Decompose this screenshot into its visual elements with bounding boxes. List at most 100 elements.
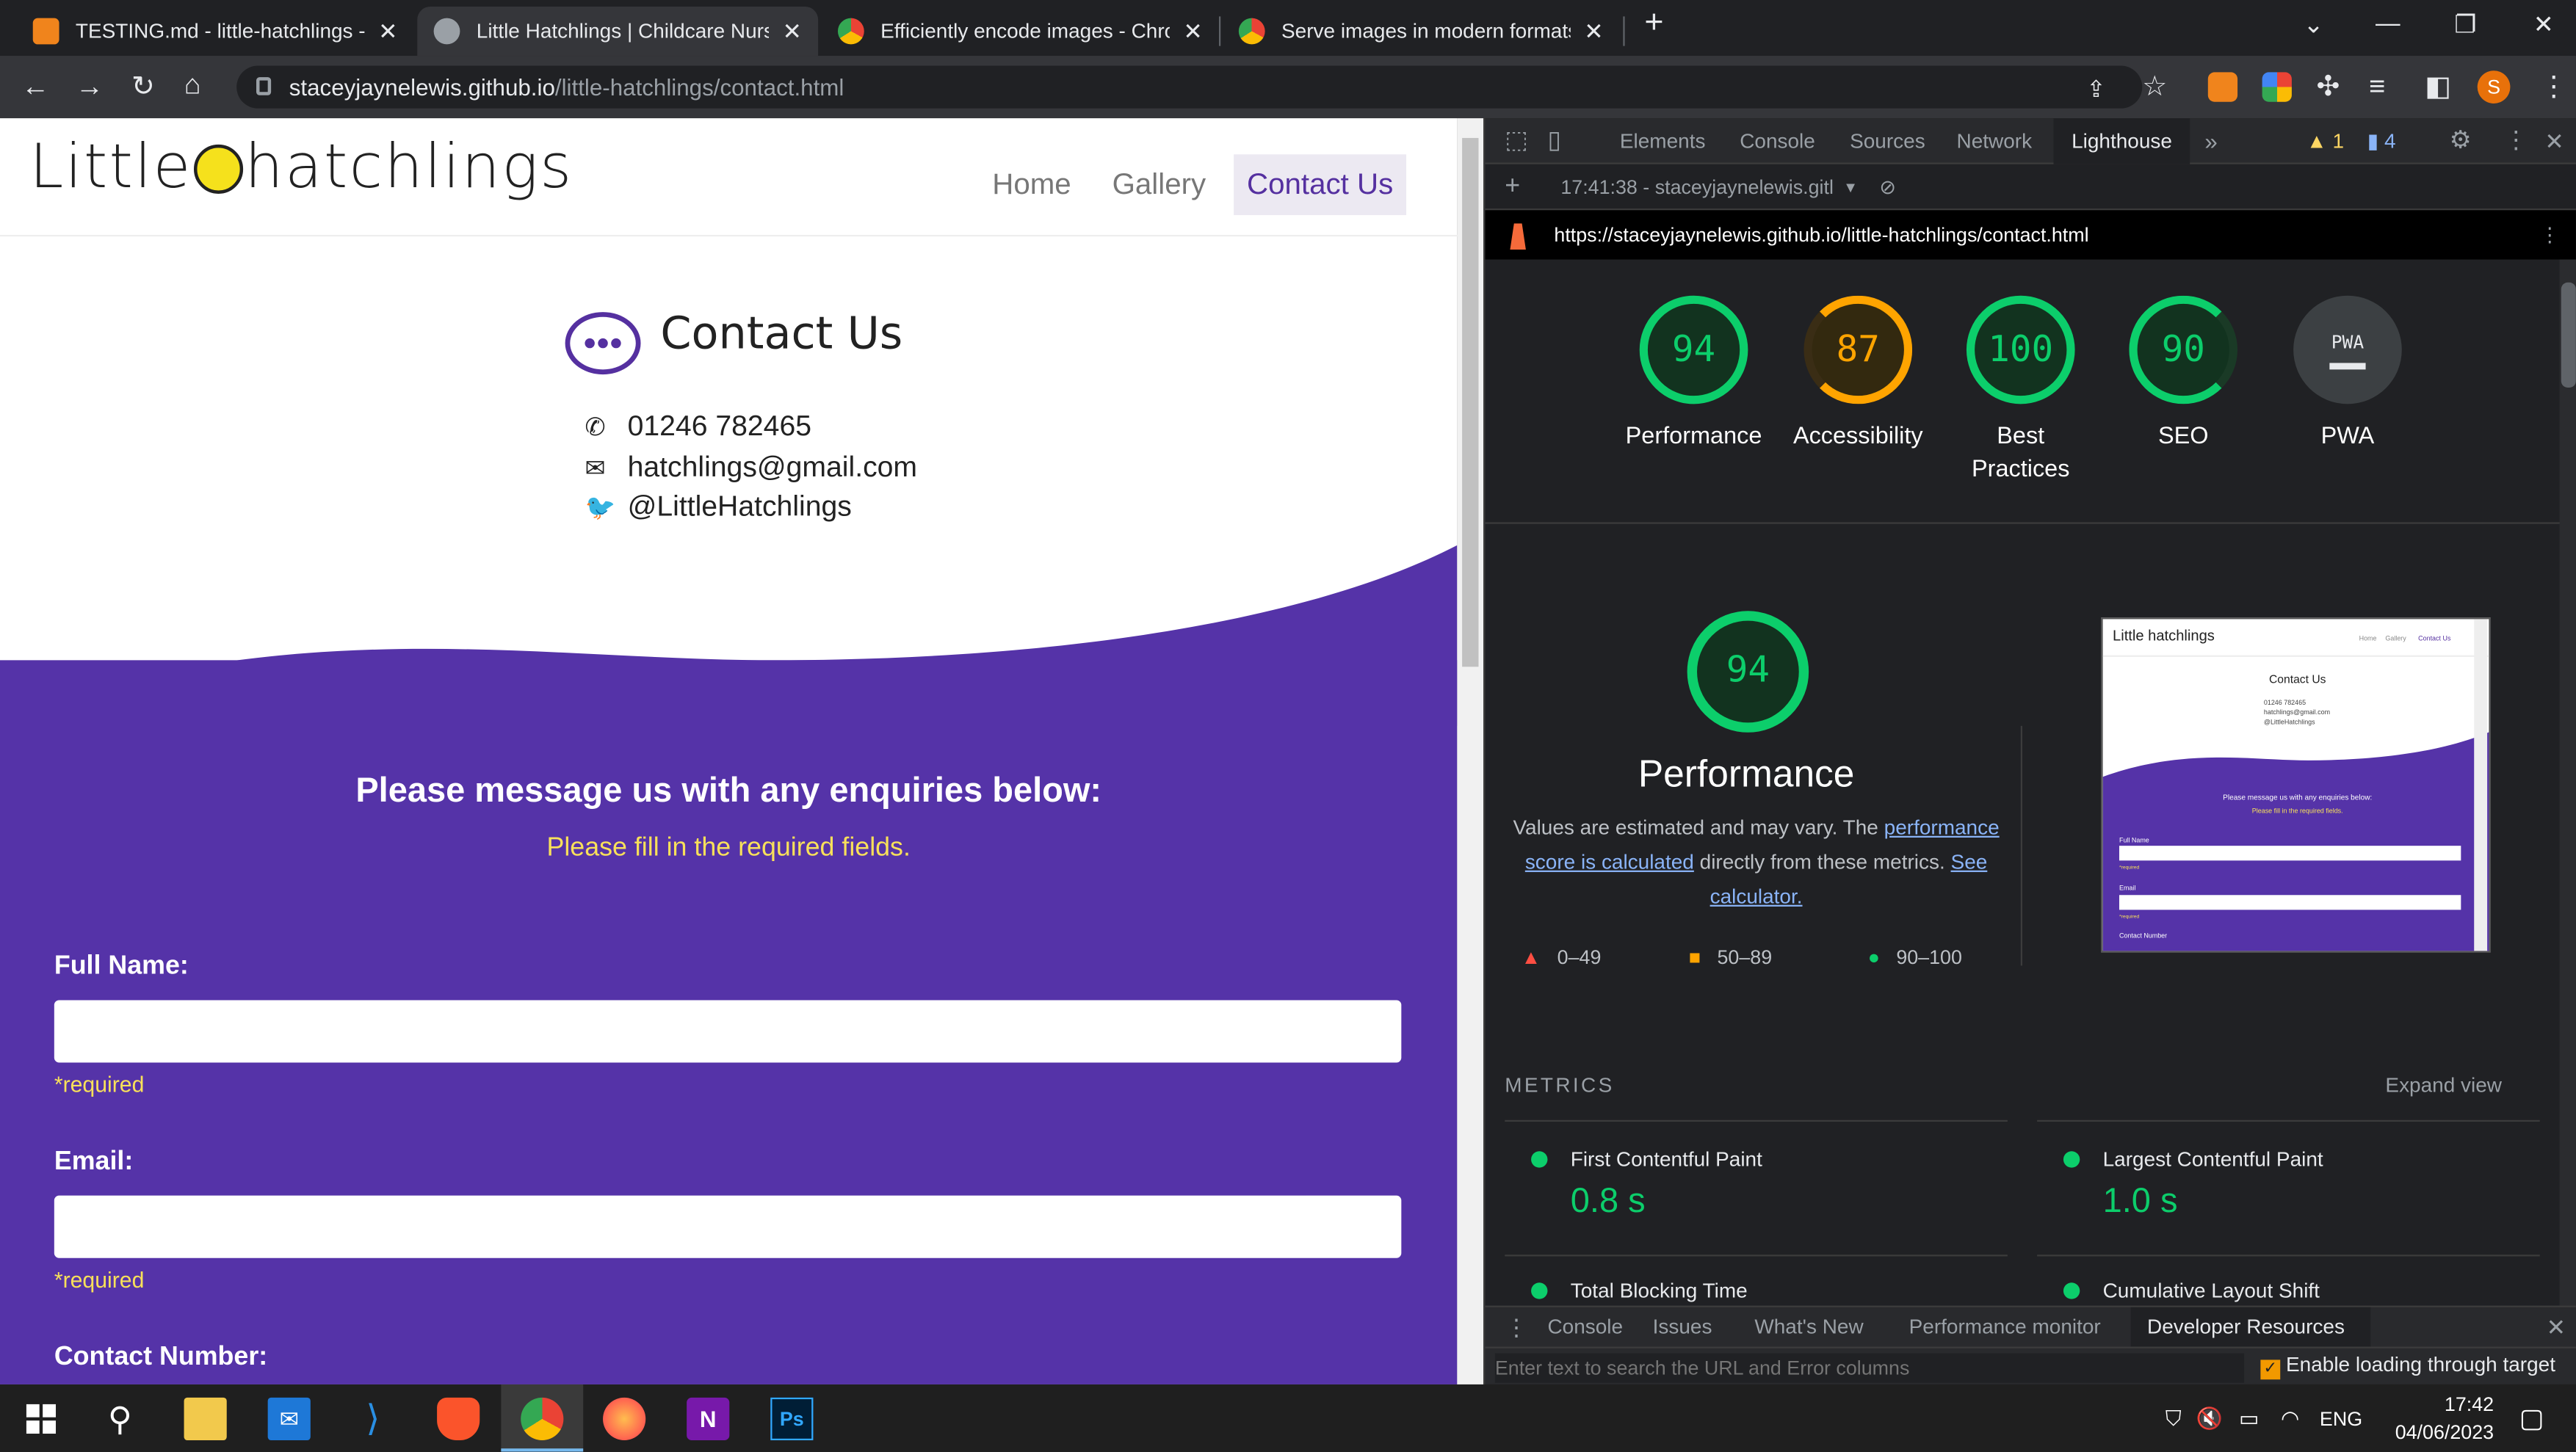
checkbox-checked-icon[interactable]: ✓ <box>2260 1360 2281 1380</box>
site-logo[interactable]: Little hatchlings <box>29 131 573 202</box>
tab-strip: TESTING.md - little-hatchlings - G ✕ Lit… <box>0 0 2576 57</box>
gauge-seo[interactable]: 90 SEO <box>2101 295 2265 454</box>
address-bar[interactable]: staceyjaynelewis.github.io/little-hatchl… <box>236 65 2143 109</box>
report-scrollbar-thumb[interactable] <box>2561 282 2576 388</box>
firefox-icon[interactable] <box>603 1397 646 1441</box>
drawer-tab-performance-monitor[interactable]: Performance monitor <box>1909 1307 2101 1347</box>
report-scrollbar[interactable] <box>2559 259 2576 1306</box>
extensions-puzzle-icon[interactable]: ✣ <box>2316 70 2340 104</box>
back-icon[interactable]: ← <box>21 70 49 104</box>
close-tab-icon[interactable]: ✕ <box>783 17 802 45</box>
close-tab-icon[interactable]: ✕ <box>378 17 397 45</box>
tab-modern-formats[interactable]: Serve images in modern formats ✕ <box>1222 7 1619 56</box>
reading-list-icon[interactable]: ≡ <box>2369 70 2385 104</box>
lock-icon[interactable] <box>256 77 272 95</box>
file-explorer-icon[interactable] <box>184 1397 227 1441</box>
red-triangle-icon: ▲ <box>1521 945 1541 969</box>
devtools-settings-icon[interactable]: ⚙ <box>2450 118 2472 164</box>
tab-lighthouse[interactable]: Lighthouse <box>2053 118 2190 164</box>
email-input[interactable] <box>54 1195 1402 1258</box>
bookmark-star-icon[interactable]: ☆ <box>2142 70 2167 104</box>
devtools-menu-icon[interactable]: ⋮ <box>2503 118 2528 164</box>
inspect-element-icon[interactable]: ⬚ <box>1505 118 1528 164</box>
forward-icon[interactable]: → <box>76 70 104 104</box>
vscode-icon[interactable]: ⟩ <box>352 1398 394 1440</box>
thumb-required-note: Please fill in the required fields. <box>2251 806 2343 815</box>
tab-little-hatchlings[interactable]: Little Hatchlings | Childcare Nurse ✕ <box>417 6 819 57</box>
search-icon[interactable]: ⚲ <box>98 1398 141 1440</box>
tab-encode-images[interactable]: Efficiently encode images - Chrom ✕ <box>822 7 1219 56</box>
report-url-bar: https://staceyjaynelewis.github.io/littl… <box>1485 210 2576 260</box>
warnings-badge[interactable]: ▲ 1 <box>2307 118 2344 164</box>
gauge-best-practices[interactable]: 100 Best Practices <box>1939 295 2103 487</box>
expand-view-button[interactable]: Expand view <box>2385 1074 2502 1097</box>
divider <box>2020 725 2022 966</box>
close-window-icon[interactable]: ✕ <box>2533 10 2554 40</box>
onenote-icon[interactable]: N <box>687 1397 730 1441</box>
gitpod-extension-icon[interactable] <box>2207 72 2238 102</box>
warnings-count: 1 <box>2332 129 2345 153</box>
share-icon[interactable]: ⇪ <box>2086 72 2105 105</box>
page-screenshot-thumbnail[interactable]: Little hatchlings Home Gallery Contact U… <box>2101 617 2491 953</box>
tab-testing-md[interactable]: TESTING.md - little-hatchlings - G ✕ <box>16 7 413 56</box>
language-indicator[interactable]: ENG <box>2320 1407 2362 1430</box>
page-scrollbar-thumb[interactable] <box>1462 137 1479 667</box>
nav-contact-us[interactable]: Contact Us <box>1234 154 1407 216</box>
windows-start-icon[interactable] <box>20 1398 62 1440</box>
reload-icon[interactable]: ↻ <box>131 70 155 104</box>
messages-badge[interactable]: ▮ 4 <box>2367 118 2396 164</box>
close-devtools-icon[interactable]: ✕ <box>2544 118 2564 164</box>
drawer-tab-console[interactable]: Console <box>1547 1307 1623 1347</box>
new-tab-button[interactable]: + <box>1644 5 1663 43</box>
close-tab-icon[interactable]: ✕ <box>1183 17 1202 45</box>
device-toolbar-icon[interactable]: ▯ <box>1547 118 1560 164</box>
battery-icon[interactable]: ▭ <box>2228 1398 2271 1440</box>
divider <box>2037 1119 2540 1122</box>
gauge-pwa[interactable]: PWA PWA <box>2265 295 2430 454</box>
gauge-performance[interactable]: 94 Performance <box>1612 295 1776 454</box>
drawer-menu-icon[interactable]: ⋮ <box>1505 1307 1527 1347</box>
restore-icon[interactable]: ❐ <box>2454 10 2476 40</box>
brave-icon[interactable] <box>437 1397 480 1441</box>
drawer-tab-issues[interactable]: Issues <box>1653 1307 1712 1347</box>
tab-sources[interactable]: Sources <box>1850 118 1925 164</box>
more-tabs-icon[interactable]: » <box>2204 118 2217 164</box>
home-icon[interactable]: ⌂ <box>184 69 201 102</box>
report-url[interactable]: https://staceyjaynelewis.github.io/littl… <box>1554 223 2088 246</box>
report-menu-icon[interactable]: ⋮ <box>2540 210 2560 259</box>
clear-reports-icon[interactable]: ⊘ <box>1879 164 1896 211</box>
close-tab-icon[interactable]: ✕ <box>1584 17 1603 45</box>
chrome-menu-icon[interactable]: ⋮ <box>2540 70 2568 104</box>
new-report-icon[interactable]: + <box>1505 164 1520 211</box>
resources-search-input[interactable] <box>1494 1353 2245 1383</box>
gauge-accessibility[interactable]: 87 Accessibility <box>1776 295 1940 454</box>
notifications-icon[interactable]: ▢ <box>2510 1398 2553 1440</box>
profile-avatar[interactable]: S <box>2477 70 2511 104</box>
tab-console[interactable]: Console <box>1740 118 1815 164</box>
wifi-icon[interactable]: ◠ <box>2269 1398 2312 1440</box>
side-panel-icon[interactable]: ◧ <box>2425 70 2451 104</box>
performance-title: Performance <box>1638 752 1855 795</box>
full-name-input[interactable] <box>54 1000 1402 1063</box>
minimize-icon[interactable]: — <box>2376 10 2400 37</box>
clock[interactable]: 17:42 04/06/2023 <box>2378 1391 2494 1447</box>
clock-date: 04/06/2023 <box>2395 1420 2494 1444</box>
drawer-tab-developer-resources[interactable]: Developer Resources ✕ <box>2130 1307 2371 1378</box>
drawer-tab-whats-new[interactable]: What's New <box>1754 1307 1863 1347</box>
color-extension-icon[interactable] <box>2262 72 2292 102</box>
volume-mute-icon[interactable]: 🔇 <box>2188 1398 2231 1440</box>
tab-elements[interactable]: Elements <box>1620 118 1706 164</box>
report-selector[interactable]: 17:41:38 - staceyjaynelewis.gitl <box>1560 164 1834 211</box>
nav-home[interactable]: Home <box>992 167 1071 202</box>
close-drawer-icon[interactable]: ✕ <box>2547 1307 2566 1347</box>
nav-gallery[interactable]: Gallery <box>1112 167 1206 202</box>
report-dropdown-icon[interactable]: ▼ <box>1843 164 1858 211</box>
tab-search-icon[interactable]: ⌄ <box>2304 10 2324 40</box>
full-name-required: *required <box>54 1072 145 1097</box>
thumb-purple-area <box>2102 732 2489 951</box>
mail-icon[interactable]: ✉ <box>267 1397 311 1441</box>
loading-target-checkbox[interactable]: ✓ Enable loading through target <box>2260 1353 2555 1380</box>
tab-network[interactable]: Network <box>1957 118 2033 164</box>
chrome-taskbar-active[interactable] <box>501 1384 584 1452</box>
photoshop-icon[interactable]: Ps <box>770 1397 814 1441</box>
